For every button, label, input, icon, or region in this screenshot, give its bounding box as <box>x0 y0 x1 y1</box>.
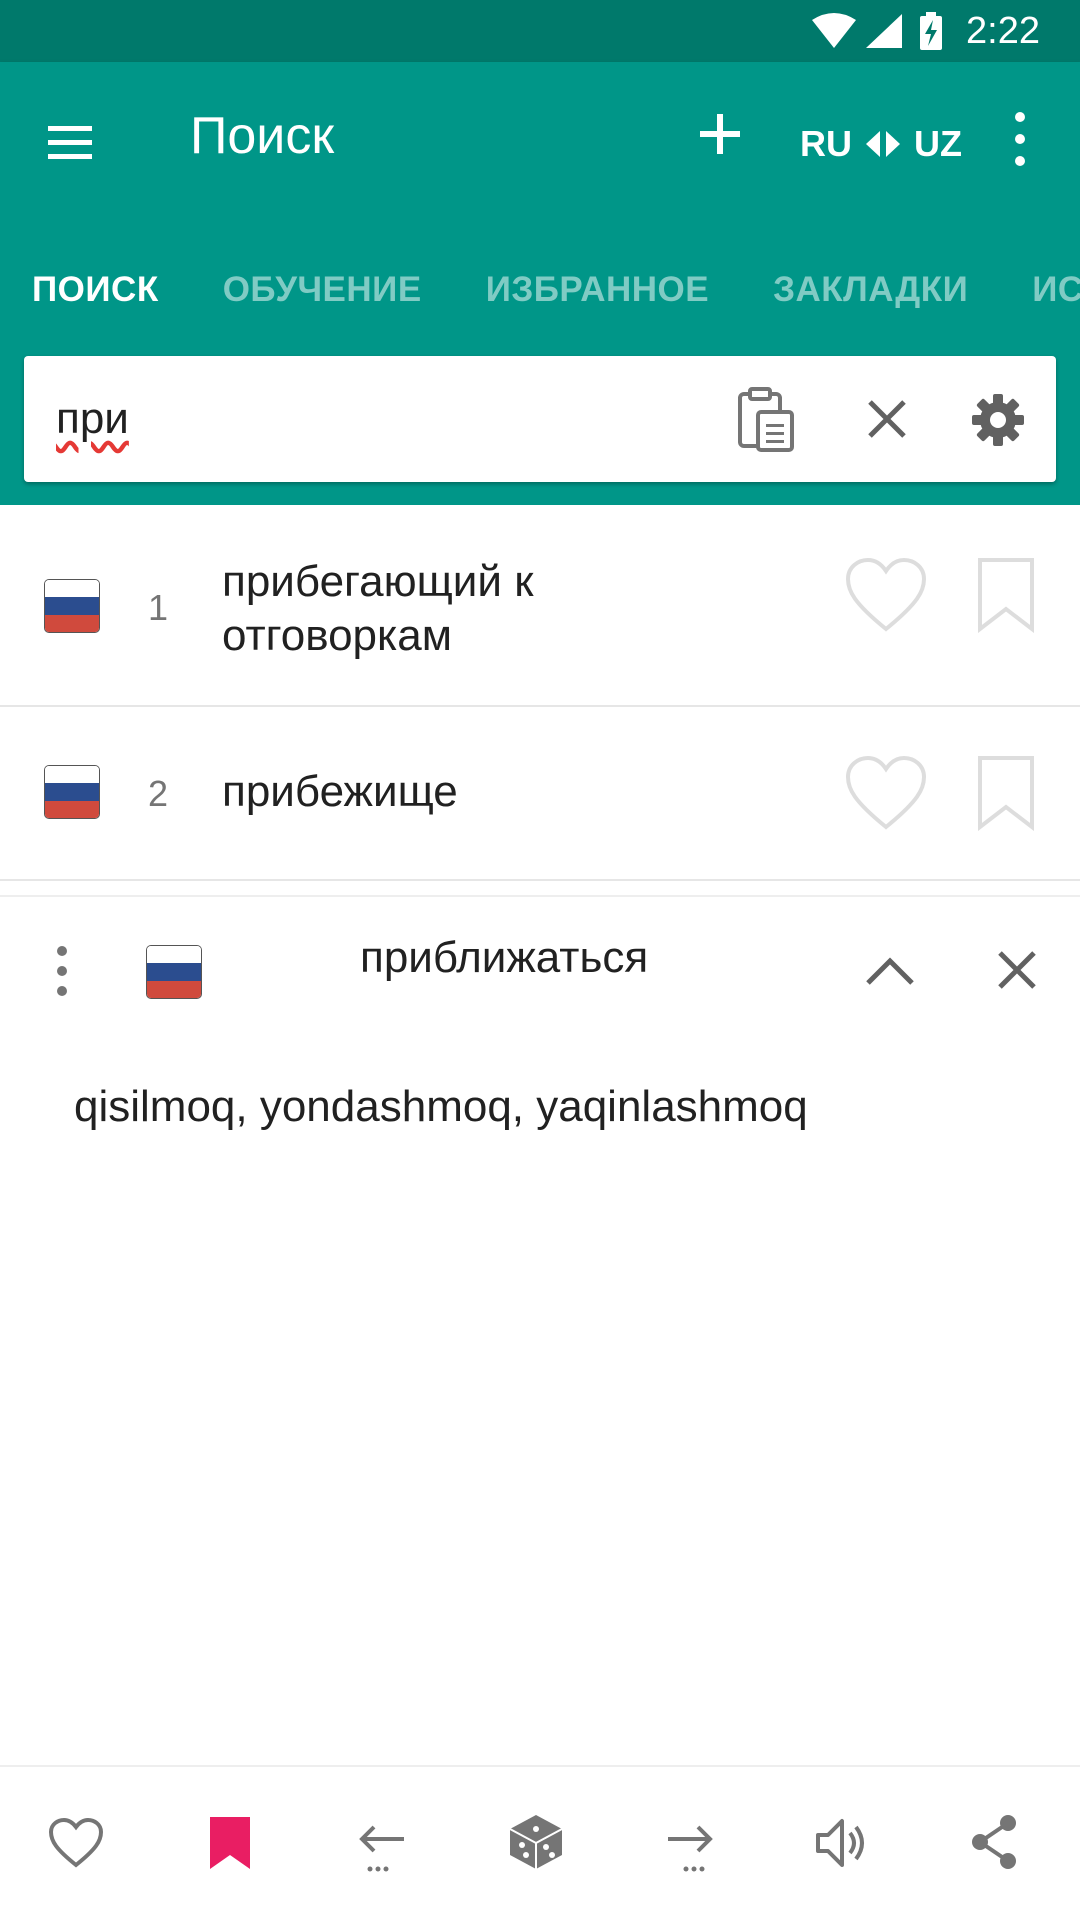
close-icon[interactable] <box>862 394 912 444</box>
share-icon[interactable] <box>968 1813 1020 1871</box>
speaker-icon[interactable] <box>814 1815 870 1871</box>
bookmark-icon[interactable] <box>976 557 1036 633</box>
search-area: при <box>0 337 1080 505</box>
result-row-2[interactable]: 2 прибежище <box>0 707 1080 881</box>
tab-bookmarks[interactable]: ЗАКЛАДКИ <box>773 270 968 310</box>
battery-charging-icon <box>920 12 942 50</box>
app-bar: Поиск RU UZ ПОИСК ОБУЧЕНИЕ ИЗБРАННОЕ ЗАК… <box>0 62 1080 337</box>
wifi-icon <box>812 13 856 48</box>
result-number: 2 <box>148 773 169 814</box>
search-input[interactable]: при <box>56 394 129 444</box>
bottom-toolbar <box>0 1765 1080 1922</box>
tab-search[interactable]: ПОИСК <box>32 270 159 310</box>
gear-icon[interactable] <box>970 392 1026 448</box>
tab-favorites[interactable]: ИЗБРАННОЕ <box>486 270 709 310</box>
translation-panel: приближаться qisilmoq, yondashmoq, yaqin… <box>0 895 1080 1767</box>
arrow-left-icon[interactable] <box>356 1819 408 1875</box>
more-vert-icon[interactable] <box>48 943 76 999</box>
more-vert-icon[interactable] <box>1005 104 1035 174</box>
page-title: Поиск <box>190 107 335 165</box>
result-word: прибегающий к отговоркам <box>222 557 534 660</box>
tab-history[interactable]: ИСТ <box>1032 270 1080 310</box>
dice-icon[interactable] <box>508 1813 564 1871</box>
signal-icon <box>866 14 902 48</box>
plus-icon[interactable] <box>690 104 750 164</box>
heart-icon[interactable] <box>48 1817 104 1869</box>
result-word: прибежище <box>222 767 458 816</box>
arrow-right-icon[interactable] <box>664 1819 716 1875</box>
ru-flag-icon <box>146 945 202 999</box>
chevron-up-icon[interactable] <box>862 951 918 991</box>
bookmark-icon[interactable] <box>208 1815 252 1871</box>
language-switch-button[interactable]: RU UZ <box>800 114 962 174</box>
heart-icon[interactable] <box>844 557 928 633</box>
ru-flag-icon <box>44 765 100 819</box>
result-row-1[interactable]: 1 прибегающий к отговоркам <box>0 505 1080 707</box>
tab-bar: ПОИСК ОБУЧЕНИЕ ИЗБРАННОЕ ЗАКЛАДКИ ИСТ <box>0 242 1080 337</box>
status-time: 2:22 <box>966 10 1040 52</box>
swap-arrows-icon <box>864 129 902 159</box>
lang-to: UZ <box>914 123 962 164</box>
result-number: 1 <box>148 587 169 628</box>
ru-flag-icon <box>44 579 100 633</box>
tab-learning[interactable]: ОБУЧЕНИЕ <box>223 270 422 310</box>
search-box: при <box>24 356 1056 482</box>
lang-from: RU <box>800 123 852 164</box>
status-bar: 2:22 <box>0 0 1080 62</box>
bookmark-icon[interactable] <box>976 755 1036 831</box>
menu-icon[interactable] <box>40 112 100 172</box>
clipboard-icon[interactable] <box>736 386 796 452</box>
close-icon[interactable] <box>994 947 1040 993</box>
translation-text: qisilmoq, yondashmoq, yaqinlashmoq <box>74 1082 808 1131</box>
detail-word: приближаться <box>360 933 649 982</box>
heart-icon[interactable] <box>844 755 928 831</box>
